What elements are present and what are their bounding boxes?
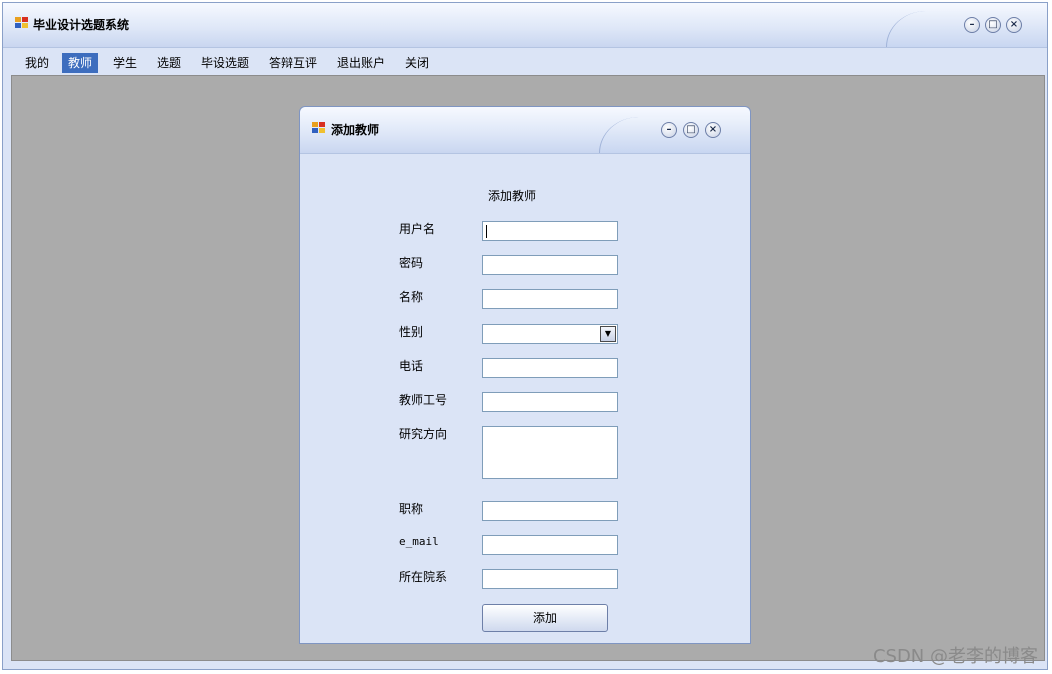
department-label: 所在院系 bbox=[399, 570, 448, 584]
close-button[interactable]: × bbox=[1006, 17, 1022, 33]
department-input[interactable] bbox=[482, 569, 618, 589]
dialog-minimize-button[interactable]: – bbox=[661, 122, 677, 138]
menu-item-teacher[interactable]: 教师 bbox=[62, 53, 99, 73]
research-textarea[interactable] bbox=[482, 426, 618, 479]
dialog-maximize-button[interactable]: □ bbox=[683, 122, 699, 138]
username-label: 用户名 bbox=[399, 222, 436, 236]
password-label: 密码 bbox=[399, 256, 424, 270]
title-input[interactable] bbox=[482, 501, 618, 521]
watermark: CSDN @老李的博客 bbox=[872, 646, 1038, 667]
dialog-titlebar[interactable]: 添加教师 – □ × bbox=[300, 107, 750, 154]
password-input[interactable] bbox=[482, 255, 618, 275]
dialog-icon bbox=[312, 122, 326, 134]
menu-item-student[interactable]: 学生 bbox=[107, 53, 143, 73]
dialog-close-button[interactable]: × bbox=[705, 122, 721, 138]
add-button[interactable]: 添加 bbox=[482, 604, 608, 632]
email-label: e_mail bbox=[399, 535, 439, 548]
username-input[interactable] bbox=[482, 221, 618, 241]
gender-label: 性别 bbox=[399, 325, 424, 339]
teacher-id-label: 教师工号 bbox=[399, 393, 448, 407]
name-label: 名称 bbox=[399, 290, 424, 304]
form-heading: 添加教师 bbox=[488, 189, 537, 203]
research-label: 研究方向 bbox=[399, 427, 448, 441]
name-input[interactable] bbox=[482, 289, 618, 309]
menu-item-close[interactable]: 关闭 bbox=[399, 53, 435, 73]
main-titlebar[interactable]: 毕业设计选题系统 – □ × bbox=[3, 3, 1047, 48]
menu-item-topic[interactable]: 选题 bbox=[151, 53, 187, 73]
menu-item-defense-review[interactable]: 答辩互评 bbox=[263, 53, 323, 73]
teacher-id-input[interactable] bbox=[482, 392, 618, 412]
chevron-down-icon[interactable]: ▼ bbox=[600, 326, 616, 342]
phone-input[interactable] bbox=[482, 358, 618, 378]
menu-item-logout[interactable]: 退出账户 bbox=[331, 53, 391, 73]
text-caret bbox=[486, 225, 487, 238]
menu-bar: 我的 教师 学生 选题 毕设选题 答辩互评 退出账户 关闭 bbox=[3, 51, 1047, 73]
dialog-title: 添加教师 bbox=[331, 123, 380, 137]
menu-item-mine[interactable]: 我的 bbox=[19, 53, 55, 73]
app-title: 毕业设计选题系统 bbox=[33, 18, 130, 32]
phone-label: 电话 bbox=[399, 359, 424, 373]
minimize-button[interactable]: – bbox=[964, 17, 980, 33]
menu-item-graduation-topic[interactable]: 毕设选题 bbox=[195, 53, 255, 73]
add-teacher-dialog: 添加教师 – □ × 添加教师 用户名 密码 名称 性别 ▼ 电话 教师工号 研… bbox=[299, 106, 751, 644]
maximize-button[interactable]: □ bbox=[985, 17, 1001, 33]
app-icon bbox=[15, 17, 29, 29]
email-input[interactable] bbox=[482, 535, 618, 555]
title-label: 职称 bbox=[399, 502, 424, 516]
gender-select[interactable]: ▼ bbox=[482, 324, 618, 344]
